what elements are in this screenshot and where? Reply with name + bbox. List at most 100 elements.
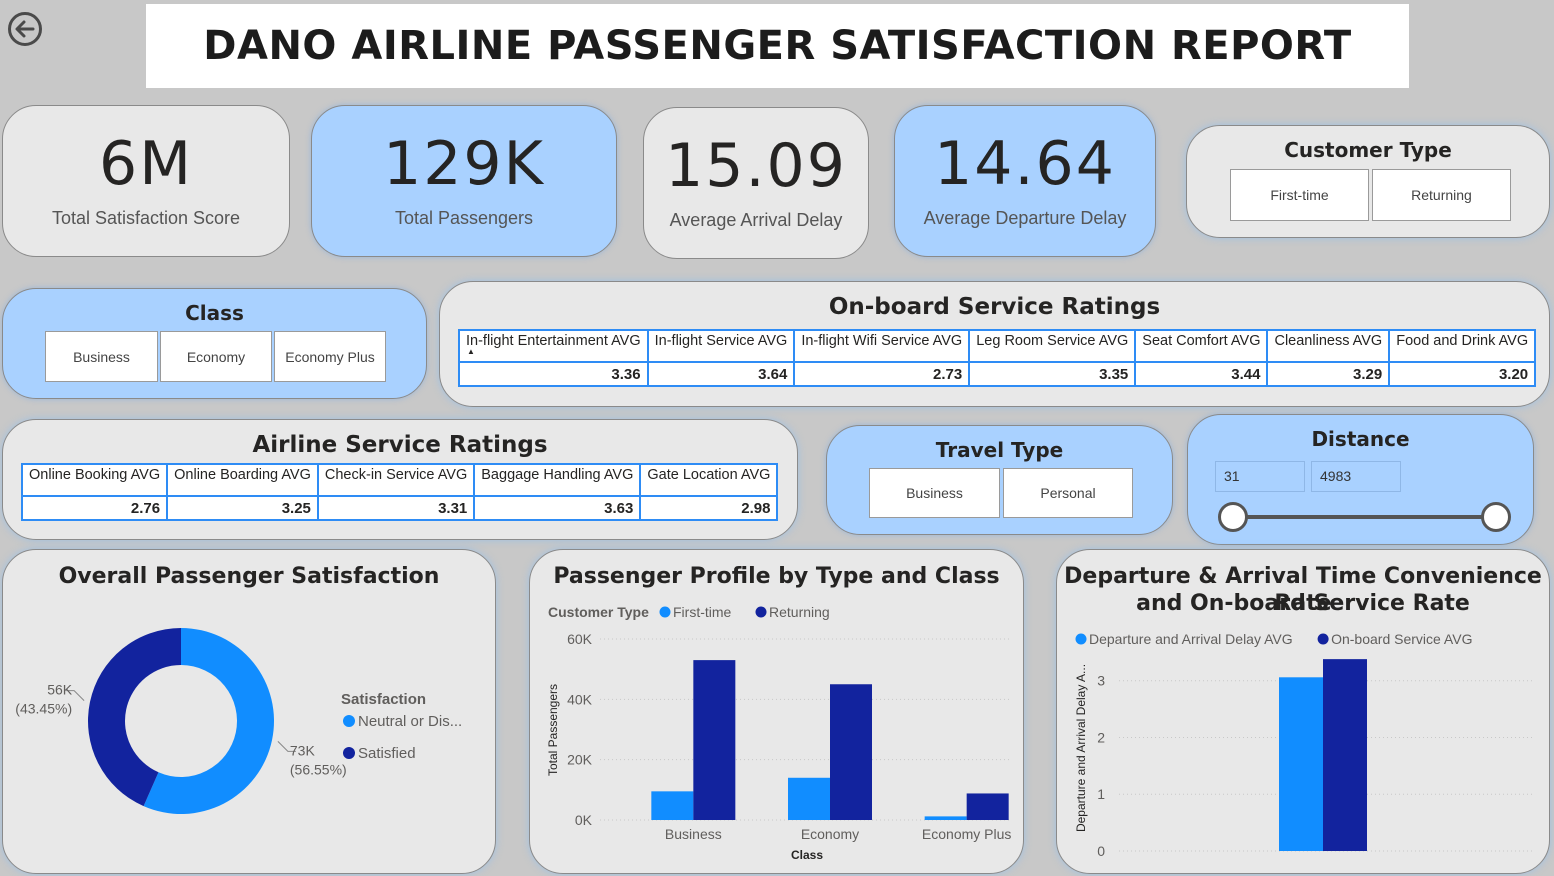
x-tick-label: Economy	[801, 826, 859, 842]
airline-service-ratings-panel: Airline Service Ratings Online Booking A…	[2, 419, 798, 540]
kpi-card-departure-delay: 14.64 Average Departure Delay	[894, 105, 1156, 257]
y-tick-label: 3	[1097, 673, 1105, 689]
table-cell: 3.64	[646, 361, 796, 387]
column-header[interactable]: Food and Drink AVG	[1388, 329, 1537, 363]
overall-satisfaction-chart-panel: Overall Passenger Satisfaction 73K (56.55…	[2, 549, 496, 874]
column-header[interactable]: In-flight Wifi Service AVG	[793, 329, 971, 363]
slicer-option-personal[interactable]: Personal	[1003, 468, 1133, 518]
y-tick-label: 0K	[575, 812, 593, 828]
airline-ratings-table: Online Booking AVG Online Boarding AVG C…	[20, 463, 779, 521]
data-label-value: 73K	[290, 742, 316, 758]
data-label-percent: (43.45%)	[15, 701, 72, 717]
kpi-value: 15.09	[665, 130, 847, 201]
table-cell: 3.29	[1266, 361, 1391, 387]
slicer-option-first-time[interactable]: First-time	[1230, 169, 1369, 221]
column-header[interactable]: Gate Location AVG	[639, 463, 779, 497]
y-tick-label: 2	[1097, 729, 1105, 745]
section-title: On-board Service Ratings	[828, 294, 1161, 320]
legend-item: Returning	[769, 604, 830, 620]
onboard-ratings-table: In-flight Entertainment AVG ▲ In-flight S…	[458, 329, 1537, 387]
bar	[830, 684, 872, 820]
donut-chart: 73K (56.55%) 56K (43.45%) Satisfaction Neutra…	[15, 628, 462, 814]
column-header[interactable]: Check-in Service AVG	[316, 463, 476, 497]
bar	[966, 793, 1009, 820]
sort-ascending-icon: ▲	[467, 347, 475, 356]
range-max-handle[interactable]	[1481, 502, 1511, 532]
y-tick-label: 20K	[567, 752, 593, 768]
column-header[interactable]: In-flight Entertainment AVG ▲	[458, 329, 649, 363]
legend-item: Neutral or Dis...	[358, 713, 462, 730]
distance-slicer: Distance 31 4983	[1187, 414, 1534, 545]
table-cell: 3.44	[1134, 361, 1269, 387]
table-cell: 3.35	[968, 361, 1137, 387]
legend-marker	[659, 606, 671, 618]
kpi-value: 6M	[99, 128, 193, 199]
legend-title: Customer Type	[548, 604, 649, 620]
customer-type-slicer: Customer Type First-time Returning	[1186, 125, 1550, 238]
x-tick-label: Business	[665, 826, 722, 842]
y-axis-title: Departure and Arrival Delay A...	[1074, 664, 1088, 832]
column-header[interactable]: Online Booking AVG	[20, 463, 169, 497]
y-tick-label: 0	[1097, 843, 1105, 859]
kpi-card-arrival-delay: 15.09 Average Arrival Delay	[643, 107, 869, 259]
section-title: Airline Service Ratings	[252, 432, 548, 458]
title-banner: DANO AIRLINE PASSENGER SATISFACTION REPO…	[146, 4, 1409, 88]
class-slicer: Class Business Economy Economy Plus	[2, 288, 427, 399]
slicer-option-economy-plus[interactable]: Economy Plus	[274, 331, 386, 382]
slicer-title: Customer Type	[1284, 138, 1452, 162]
column-header[interactable]: Cleanliness AVG	[1266, 329, 1391, 363]
table-cell: 2.73	[793, 361, 971, 387]
travel-type-slicer: Travel Type Business Personal	[826, 425, 1173, 535]
legend-marker	[1075, 633, 1087, 645]
x-axis-title: Class	[791, 848, 823, 862]
legend-item: On-board Service AVG	[1331, 631, 1472, 647]
column-header[interactable]: In-flight Service AVG	[646, 329, 796, 363]
slicer-option-business[interactable]: Business	[45, 331, 158, 382]
back-arrow-icon[interactable]	[6, 10, 44, 48]
kpi-label: Average Departure Delay	[923, 207, 1127, 228]
legend-title: Satisfaction	[341, 691, 426, 708]
table-cell: 3.20	[1388, 361, 1537, 387]
y-tick-label: 40K	[567, 691, 593, 707]
bar	[651, 791, 694, 820]
column-header[interactable]: Online Boarding AVG	[166, 463, 319, 497]
page-title: DANO AIRLINE PASSENGER SATISFACTION REPO…	[203, 23, 1352, 69]
column-header[interactable]: Baggage Handling AVG	[473, 463, 642, 497]
legend-item: Departure and Arrival Delay AVG	[1089, 631, 1293, 647]
kpi-label: Total Passengers	[394, 207, 534, 228]
bar	[788, 777, 830, 820]
legend-marker	[343, 715, 355, 727]
slicer-title: Class	[185, 301, 244, 325]
kpi-value: 14.64	[934, 128, 1116, 199]
distance-max-input[interactable]: 4983	[1311, 461, 1401, 492]
range-track	[1233, 515, 1495, 519]
distance-min-input[interactable]: 31	[1215, 461, 1305, 492]
slicer-option-economy[interactable]: Economy	[160, 331, 272, 382]
bar	[924, 816, 967, 820]
convenience-rate-bar-chart: Departure and Arrival Delay AVG On-board …	[1074, 631, 1535, 859]
slicer-title: Travel Type	[935, 438, 1064, 462]
table-cell: 3.25	[166, 495, 319, 521]
kpi-label: Total Satisfaction Score	[51, 207, 241, 228]
passenger-profile-bar-chart: Customer Type First-time Returning 0K 20K 40K…	[546, 604, 1011, 862]
column-header[interactable]: Seat Comfort AVG	[1134, 329, 1269, 363]
slicer-title: Distance	[1311, 427, 1410, 451]
convenience-rate-chart-panel: Departure & Arrival Time Convenience Rat…	[1056, 549, 1550, 874]
bar	[693, 660, 736, 820]
data-label-value: 56K	[47, 682, 73, 698]
slicer-option-business[interactable]: Business	[869, 468, 1000, 518]
slicer-option-returning[interactable]: Returning	[1372, 169, 1511, 221]
data-label-percent: (56.55%)	[290, 761, 347, 777]
column-header[interactable]: Leg Room Service AVG	[968, 329, 1137, 363]
y-tick-label: 1	[1097, 786, 1105, 802]
y-tick-label: 60K	[567, 631, 593, 647]
legend-marker	[1317, 633, 1329, 645]
kpi-card-total-passengers: 129K Total Passengers	[311, 105, 617, 257]
table-cell: 3.36	[458, 361, 649, 387]
legend-item: First-time	[673, 604, 732, 620]
legend-marker	[343, 747, 355, 759]
range-min-handle[interactable]	[1218, 502, 1248, 532]
x-tick-label: Economy Plus	[922, 826, 1011, 842]
legend-item: Satisfied	[358, 745, 416, 762]
y-axis-title: Total Passengers	[546, 684, 560, 776]
